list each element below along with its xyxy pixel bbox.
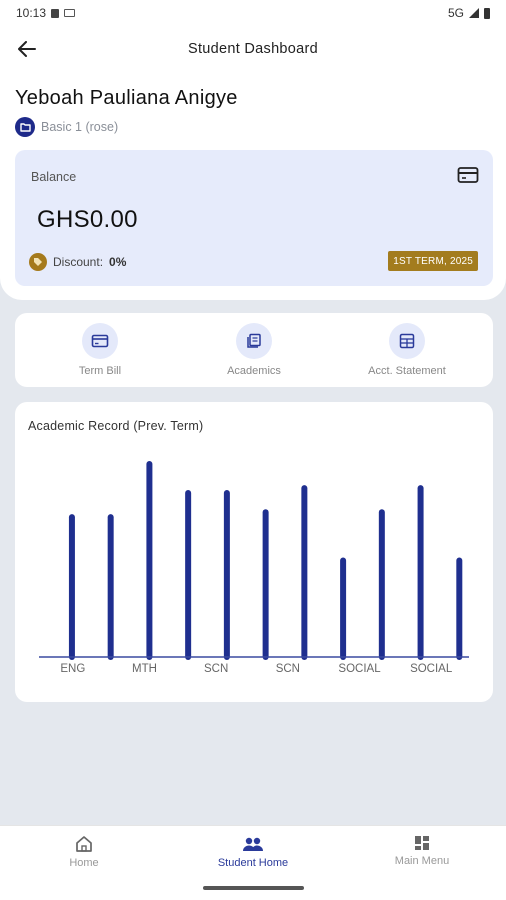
acct-statement-label: Acct. Statement (368, 365, 446, 377)
nav-home[interactable]: Home (19, 834, 149, 869)
sim-icon (51, 8, 60, 18)
balance-amount: GHS0.00 (37, 206, 138, 233)
nav-main-menu-label: Main Menu (394, 855, 450, 867)
chart-tick-label: SCN (276, 663, 300, 675)
chart-tick-label: ENG (60, 663, 85, 675)
nav-student-home[interactable]: Student Home (188, 834, 318, 869)
term-bill-label: Term Bill (78, 365, 122, 377)
status-bar: 10:13 5G (0, 0, 506, 26)
statement-icon (389, 323, 425, 359)
status-left: 10:13 (16, 6, 76, 20)
network-type: 5G (447, 6, 464, 20)
balance-label: Balance (31, 170, 77, 184)
back-button[interactable] (14, 36, 40, 62)
grid-icon (415, 836, 429, 850)
top-sheet: Student Dashboard Yeboah Pauliana Anigye… (0, 26, 506, 300)
term-badge: 1ST TERM, 2025 (388, 251, 478, 271)
status-right: 5G (448, 6, 490, 20)
chart-tick-label: SOCIAL (410, 663, 453, 675)
people-icon (243, 837, 263, 851)
discount-row: Discount: 0% (29, 253, 126, 271)
academics-icon (236, 323, 272, 359)
credit-card-icon (457, 167, 479, 183)
gesture-home-indicator[interactable] (203, 886, 304, 890)
acct-statement-button[interactable]: Acct. Statement (342, 323, 472, 377)
screen-icon (64, 9, 76, 17)
balance-card: Balance GHS0.00 Discount: 0% 1ST TERM, 2… (15, 150, 493, 286)
nav-home-label: Home (69, 857, 99, 869)
discount-tag-icon (29, 253, 47, 271)
chart-tick-label: SOCIAL (338, 663, 381, 675)
academics-button[interactable]: Academics (189, 323, 319, 377)
status-time: 10:13 (16, 6, 47, 20)
signal-icon (469, 8, 479, 18)
nav-student-home-label: Student Home (217, 857, 289, 869)
term-bill-button[interactable]: Term Bill (35, 323, 165, 377)
class-row: Basic 1 (rose) (15, 117, 118, 137)
bill-icon (82, 323, 118, 359)
quick-actions-card: Term Bill Academics Acct. Statement (15, 313, 493, 387)
battery-icon (484, 7, 490, 19)
academic-bar-chart: ENG MTH SCN SCN SOCIAL SOCIAL (39, 461, 469, 675)
chart-tick-label: SCN (204, 663, 228, 675)
bottom-nav: Home Student Home Main Menu (0, 825, 506, 900)
discount-label: Discount: (53, 255, 104, 269)
academic-record-card: Academic Record (Prev. Term) ENG MTH SCN SC… (15, 402, 493, 702)
home-icon (76, 836, 92, 852)
discount-value: 0% (109, 255, 127, 269)
student-class: Basic 1 (rose) (41, 120, 119, 134)
folder-icon (15, 117, 35, 137)
app-bar: Student Dashboard (0, 26, 506, 72)
nav-main-menu[interactable]: Main Menu (357, 834, 487, 867)
academics-label: Academics (227, 365, 281, 377)
page-title: Student Dashboard (187, 41, 319, 57)
student-name: Yeboah Pauliana Anigye (15, 87, 238, 109)
arrow-left-icon (18, 41, 36, 57)
chart-tick-label: MTH (132, 663, 157, 675)
